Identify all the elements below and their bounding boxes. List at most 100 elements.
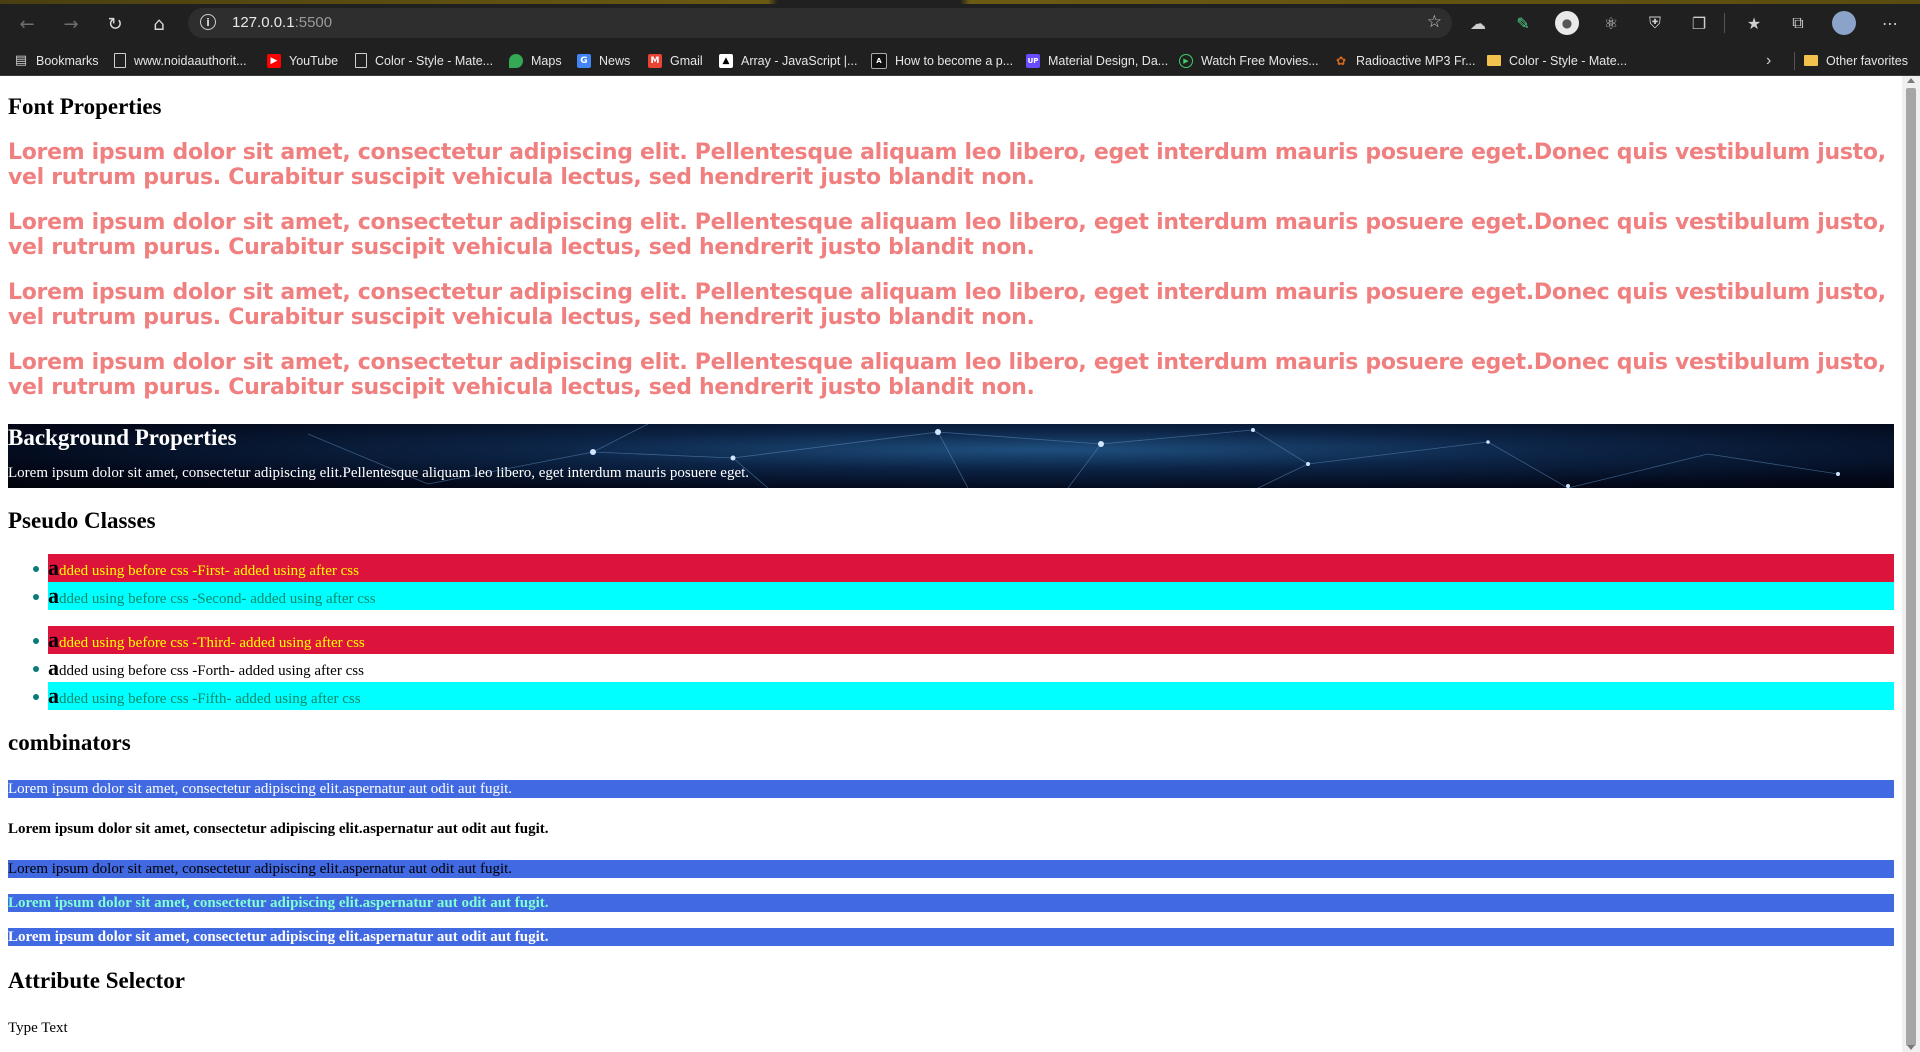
list-item-text: dded using before css -Forth- added usin… — [59, 663, 364, 679]
bookmark-label: YouTube — [289, 53, 339, 68]
font-paragraph: Lorem ipsum dolor sit amet, consectetur … — [8, 210, 1886, 260]
scroll-down-arrow-icon[interactable] — [1907, 1045, 1915, 1050]
vertical-scrollbar[interactable] — [1902, 76, 1920, 1052]
bullet-marker — [33, 638, 39, 644]
page-body: Font Properties Lorem ipsum dolor sit am… — [0, 76, 1902, 1037]
list-item: added using before css -Fifth- added usi… — [33, 682, 1894, 710]
list-item-text: dded using before css -Second- added usi… — [59, 591, 376, 607]
bookmark-item[interactable]: www.noidaauthorit... — [114, 46, 247, 75]
combinator-paragraph: Lorem ipsum dolor sit amet, consectetur … — [8, 780, 1894, 798]
other-favorites-label: Other favorites — [1826, 53, 1908, 68]
pen-extension-icon[interactable]: ✎ — [1511, 11, 1535, 35]
bookmark-item[interactable]: ▶ Watch Free Movies... — [1179, 46, 1319, 75]
bookmark-item[interactable]: A How to become a p... — [871, 46, 1013, 75]
bookmark-item[interactable]: Maps — [509, 46, 562, 75]
page-viewport: Font Properties Lorem ipsum dolor sit am… — [0, 76, 1902, 1052]
react-devtools-icon[interactable]: ⚛ — [1599, 11, 1623, 35]
bookmark-label: News — [599, 53, 631, 68]
bookmark-item[interactable]: ▲ Array - JavaScript |... — [719, 46, 857, 75]
bookmark-label: www.noidaauthorit... — [134, 53, 247, 68]
background-properties-heading: Background Properties — [8, 425, 237, 450]
bullet-marker — [33, 566, 39, 572]
first-letter: a — [48, 655, 59, 680]
list-item: added using before css -First- added usi… — [33, 554, 1894, 582]
pseudo-classes-heading: Pseudo Classes — [8, 508, 156, 533]
bookmarks-bar: ▤ Bookmarks www.noidaauthorit... ▶ YouTube… — [0, 46, 1920, 76]
address-bar[interactable]: i 127.0.0.1:5500 ☆ — [188, 8, 1452, 38]
bookmark-label: How to become a p... — [895, 53, 1014, 68]
avatar[interactable] — [1832, 11, 1856, 35]
toolbar-divider — [1724, 13, 1725, 33]
bookmark-label: Maps — [531, 53, 562, 68]
home-icon[interactable]: ⌂ — [145, 10, 173, 38]
site-info-icon[interactable]: i — [200, 14, 216, 30]
tab-strip-edge — [0, 0, 1920, 4]
paw-icon: ✿ — [1335, 53, 1347, 68]
collections-icon[interactable]: ⧉ — [1786, 11, 1810, 35]
maps-icon — [509, 53, 523, 68]
page-icon — [114, 53, 126, 68]
scroll-up-arrow-icon[interactable] — [1907, 78, 1915, 83]
more-menu-icon[interactable]: ⋯ — [1878, 11, 1902, 35]
bookmark-item[interactable]: ✿ Radioactive MP3 Fr... — [1334, 46, 1476, 75]
bookmark-label: Array - JavaScript |... — [741, 53, 858, 68]
combinator-paragraph: Lorem ipsum dolor sit amet, consectetur … — [8, 894, 1894, 912]
bookmark-item[interactable]: ▤ Bookmarks — [14, 46, 99, 75]
url-text[interactable]: 127.0.0.1:5500 — [232, 14, 332, 31]
first-letter: a — [48, 583, 59, 608]
pseudo-list: added using before css -First- added usi… — [8, 554, 1894, 710]
profile-extension-icon[interactable]: ● — [1555, 11, 1579, 35]
bookmark-label: Gmail — [670, 53, 703, 68]
page-icon — [355, 53, 367, 68]
bookmark-label: Radioactive MP3 Fr... — [1356, 53, 1476, 68]
list-item: added using before css -Forth- added usi… — [33, 654, 1894, 682]
bookmarks-divider — [1794, 52, 1795, 70]
list-item: added using before css -Third- added usi… — [33, 626, 1894, 654]
first-letter: a — [48, 683, 59, 708]
font-paragraph: Lorem ipsum dolor sit amet, consectetur … — [8, 280, 1886, 330]
bullet-marker — [33, 694, 39, 700]
favorite-star-icon[interactable]: ☆ — [1427, 12, 1442, 32]
play-icon: ▶ — [1179, 53, 1193, 68]
more-bookmarks-chevron-icon[interactable]: › — [1766, 46, 1771, 75]
type-text-label: Type Text — [8, 1020, 68, 1036]
url-port: :5500 — [294, 14, 333, 31]
attribute-selector-heading: Attribute Selector — [8, 968, 185, 993]
first-letter: a — [48, 555, 59, 580]
forward-arrow-icon[interactable]: → — [57, 10, 85, 38]
bookmark-label: Material Design, Da... — [1048, 53, 1169, 68]
bookmark-item[interactable]: UP Material Design, Da... — [1026, 46, 1168, 75]
extensions-icon[interactable]: ❐ — [1687, 11, 1711, 35]
bookmark-label: Color - Style - Mate... — [1509, 53, 1628, 68]
folder-icon — [1804, 55, 1818, 66]
bookmark-item[interactable]: Color - Style - Mate... — [1487, 46, 1627, 75]
bookmark-item[interactable]: ▶ YouTube — [267, 46, 338, 75]
bookmark-item[interactable]: M Gmail — [648, 46, 703, 75]
mdn-icon: ▲ — [719, 53, 733, 68]
list-item-text: dded using before css -Third- added usin… — [59, 635, 365, 651]
favorites-icon[interactable]: ★ — [1742, 11, 1766, 35]
other-favorites[interactable]: Other favorites — [1804, 46, 1908, 75]
combinator-paragraph: Lorem ipsum dolor sit amet, consectetur … — [8, 860, 1894, 878]
gmail-icon: M — [648, 53, 662, 68]
combinator-paragraph: Lorem ipsum dolor sit amet, consectetur … — [8, 928, 1894, 946]
bullet-marker — [33, 594, 39, 600]
browser-toolbar: ← → ↻ ⌂ i 127.0.0.1:5500 ☆ ☁ ✎ ● ⚛ ⛨ ❐ ★… — [0, 0, 1920, 46]
youtube-icon: ▶ — [267, 53, 281, 68]
scrollbar-thumb[interactable] — [1906, 88, 1916, 1046]
cloud-extension-icon[interactable]: ☁ — [1466, 11, 1490, 35]
list-item-text: dded using before css -First- added usin… — [59, 563, 359, 579]
refresh-icon[interactable]: ↻ — [101, 10, 129, 38]
shield-icon[interactable]: ⛨ — [1643, 11, 1667, 35]
background-properties-section: Background Properties Lorem ipsum dolor … — [8, 424, 1894, 488]
bookmark-item[interactable]: Color - Style - Mate... — [355, 46, 493, 75]
news-icon: G — [577, 53, 591, 68]
site-icon: A — [871, 52, 887, 69]
font-paragraph: Lorem ipsum dolor sit amet, consectetur … — [8, 140, 1886, 190]
combinators-heading: combinators — [8, 730, 131, 755]
bookmark-item[interactable]: G News — [577, 46, 630, 75]
back-arrow-icon[interactable]: ← — [13, 10, 41, 38]
combinator-paragraph: Lorem ipsum dolor sit amet, consectetur … — [8, 821, 549, 837]
bullet-marker — [33, 666, 39, 672]
list-item-text: dded using before css -Fifth- added usin… — [59, 691, 361, 707]
